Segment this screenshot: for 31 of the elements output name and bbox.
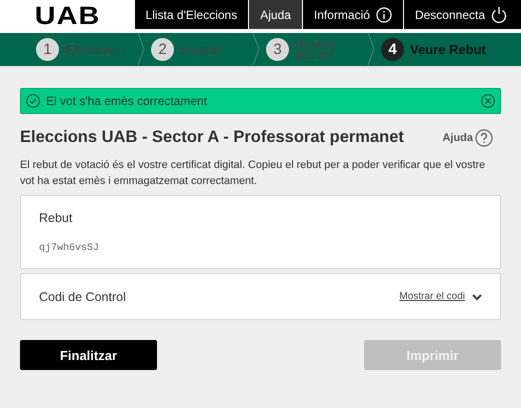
- help-icon[interactable]: [475, 128, 493, 146]
- control-code-heading: Codi de Control: [39, 290, 126, 304]
- receipt-code: qj7wh6vsSJ: [39, 243, 100, 254]
- step-label: Votació: [180, 44, 222, 54]
- alert-message: El vot s'ha emès correctament: [46, 94, 208, 108]
- nav-tab[interactable]: Informació: [302, 0, 403, 29]
- close-icon[interactable]: [481, 94, 495, 108]
- chevron-icon[interactable]: [472, 292, 482, 300]
- nav-tab[interactable]: Desconnecta: [404, 0, 521, 29]
- info-icon: [376, 6, 392, 22]
- step-number: 2: [151, 38, 174, 61]
- step-label: Veure Rebut: [410, 44, 487, 54]
- step-label: Revisió del vot: [295, 40, 337, 60]
- description-text: El rebut de votació és el vostre certificat digital. Copieu el rebut per a poder verificar que el vostre vot ha estat emès i emmagatzemat correctament.: [20, 158, 486, 189]
- receipt-heading: Rebut: [39, 211, 72, 225]
- nav-tab[interactable]: Llista d'Eleccions: [134, 0, 248, 29]
- step-number: 4: [381, 38, 404, 61]
- step-number: 1: [36, 38, 59, 61]
- chevron-separator-icon: [252, 32, 260, 66]
- check-circle-icon: [26, 94, 40, 108]
- chevron-separator-icon: [137, 32, 145, 66]
- step-number: 3: [266, 38, 289, 61]
- show-code-link[interactable]: Mostrar el codi: [399, 291, 465, 302]
- nav-tab[interactable]: Ajuda: [249, 0, 302, 29]
- power-icon: [491, 6, 507, 23]
- page-title: Eleccions UAB - Sector A - Professorat permanet: [20, 128, 404, 147]
- chevron-separator-icon: [367, 32, 375, 66]
- help-link[interactable]: Ajuda: [442, 132, 473, 144]
- logo: UAB: [34, 2, 100, 31]
- step-label: Eleccions: [65, 44, 120, 54]
- finish-button[interactable]: Finalitzar: [20, 340, 157, 370]
